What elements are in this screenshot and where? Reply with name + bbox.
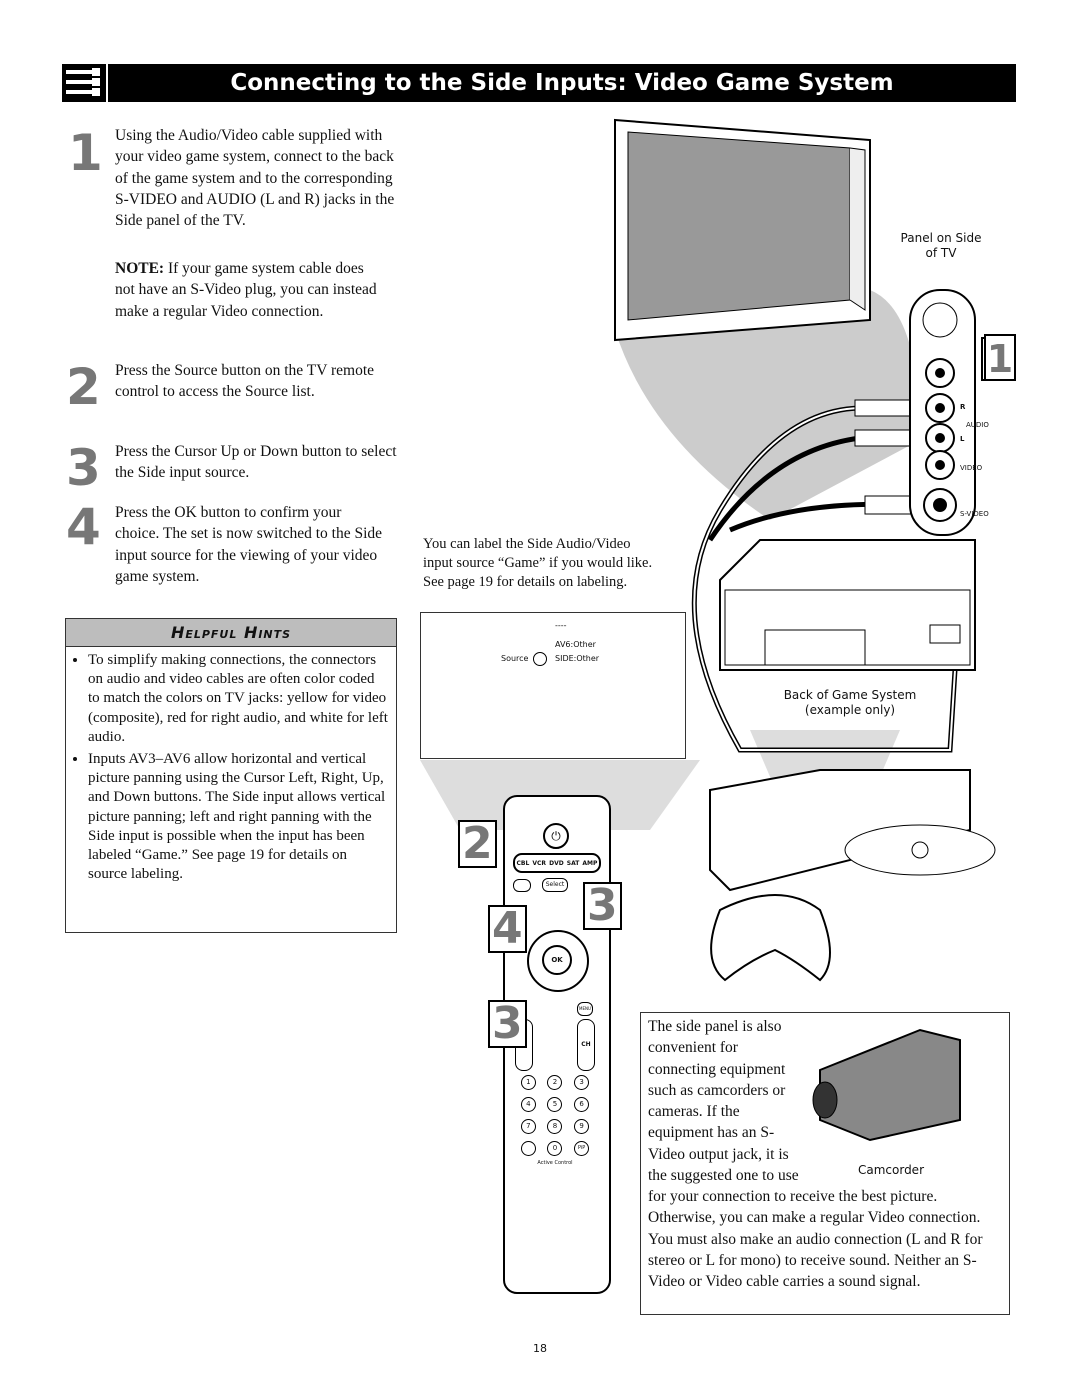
step-number: 3	[66, 439, 101, 497]
source-label: Source	[501, 654, 529, 663]
callout-4: 4	[488, 905, 527, 953]
game-system-label: Back of Game System (example only)	[783, 688, 917, 717]
number-keypad: 1 2 3 4 5 6 7 8 9 0 PiP	[515, 1075, 595, 1156]
callout-3-down: 3	[488, 1000, 527, 1048]
mode-sat[interactable]: SAT	[567, 860, 580, 867]
key-1[interactable]: 1	[520, 1075, 536, 1090]
cable-connectors-icon	[62, 64, 106, 102]
power-button[interactable]: ⏻	[543, 823, 569, 849]
key-3[interactable]: 3	[574, 1075, 590, 1090]
mode-selector[interactable]: CBL VCR DVD SAT AMP	[513, 853, 601, 873]
callout-2: 2	[458, 820, 497, 868]
labeling-caption: You can label the Side Audio/Video input…	[423, 536, 653, 590]
active-control-label: Active Control	[537, 1160, 573, 1166]
source-button[interactable]	[513, 879, 531, 892]
step-number: 2	[66, 358, 101, 416]
source-menu-screen: ---- AV6:Other Source SIDE:Other	[420, 612, 686, 759]
video-label: VIDEO	[960, 464, 983, 472]
callout-number: 1	[987, 337, 1013, 381]
select-button[interactable]: Select	[542, 878, 568, 892]
note-label: NOTE:	[115, 260, 165, 277]
game-system-back-illustration	[719, 539, 976, 671]
menu-button[interactable]: MENU	[577, 1002, 593, 1016]
key-7[interactable]: 7	[520, 1119, 536, 1134]
step-3-text: Press the Cursor Up or Down button to se…	[115, 443, 397, 482]
camcorder-note-box: The side panel is also convenient for co…	[640, 1012, 1010, 1315]
key-6[interactable]: 6	[574, 1097, 590, 1112]
key-5[interactable]: 5	[547, 1097, 563, 1112]
step-1-text: Using the Audio/Video cable supplied wit…	[115, 127, 395, 230]
menu-dashes: ----	[555, 621, 567, 630]
camcorder-label: Camcorder	[857, 1163, 925, 1177]
key-0[interactable]: 0	[547, 1141, 563, 1156]
mode-vcr[interactable]: VCR	[532, 860, 546, 867]
r-label: R	[960, 403, 966, 411]
step-1-note: NOTE: If your game system cable does not…	[115, 258, 377, 322]
ok-button[interactable]: OK	[542, 945, 572, 975]
hints-title: Helpful Hints	[66, 619, 396, 647]
key-9[interactable]: 9	[574, 1119, 590, 1134]
menu-item-side: SIDE:Other	[555, 654, 600, 663]
step-4-text: Press the OK button to confirm your choi…	[115, 504, 383, 585]
callout-3-up: 3	[583, 882, 622, 930]
helpful-hints-box: Helpful Hints To simplify making connect…	[65, 618, 397, 933]
page-title: Connecting to the Side Inputs: Video Gam…	[108, 64, 1016, 102]
s-video-label: S-VIDEO	[960, 510, 989, 518]
game-console-illustration	[709, 769, 996, 982]
menu-item-av6: AV6:Other	[555, 640, 596, 649]
camcorder-text-1: The side panel is also convenient for co…	[648, 1018, 799, 1185]
page-number: 18	[533, 1342, 547, 1355]
audio-label: AUDIO	[966, 421, 989, 429]
step-number: 4	[66, 498, 101, 556]
manual-page: Connecting to the Side Inputs: Video Gam…	[0, 0, 1080, 1397]
mode-dvd[interactable]: DVD	[549, 860, 564, 867]
info-key[interactable]	[520, 1141, 536, 1156]
key-4[interactable]: 4	[520, 1097, 536, 1112]
channel-rocker[interactable]: CH	[577, 1019, 595, 1071]
camcorder-text-2: for your connection to receive the best …	[648, 1188, 983, 1291]
hint-item: Inputs AV3–AV6 allow horizontal and vert…	[88, 750, 388, 884]
key-8[interactable]: 8	[547, 1119, 563, 1134]
mode-amp[interactable]: AMP	[582, 860, 597, 867]
hint-item: To simplify making connections, the conn…	[88, 651, 388, 747]
cursor-pad-icon	[533, 652, 547, 666]
step-2-text: Press the Source button on the TV remote…	[115, 362, 375, 401]
step-number: 1	[68, 124, 103, 182]
l-label: L	[960, 435, 965, 443]
key-2[interactable]: 2	[547, 1075, 563, 1090]
panel-label: Panel on Side of TV	[900, 231, 982, 260]
mode-cbl[interactable]: CBL	[517, 860, 530, 867]
tv-illustration	[614, 118, 871, 342]
pip-key[interactable]: PiP	[574, 1141, 590, 1156]
